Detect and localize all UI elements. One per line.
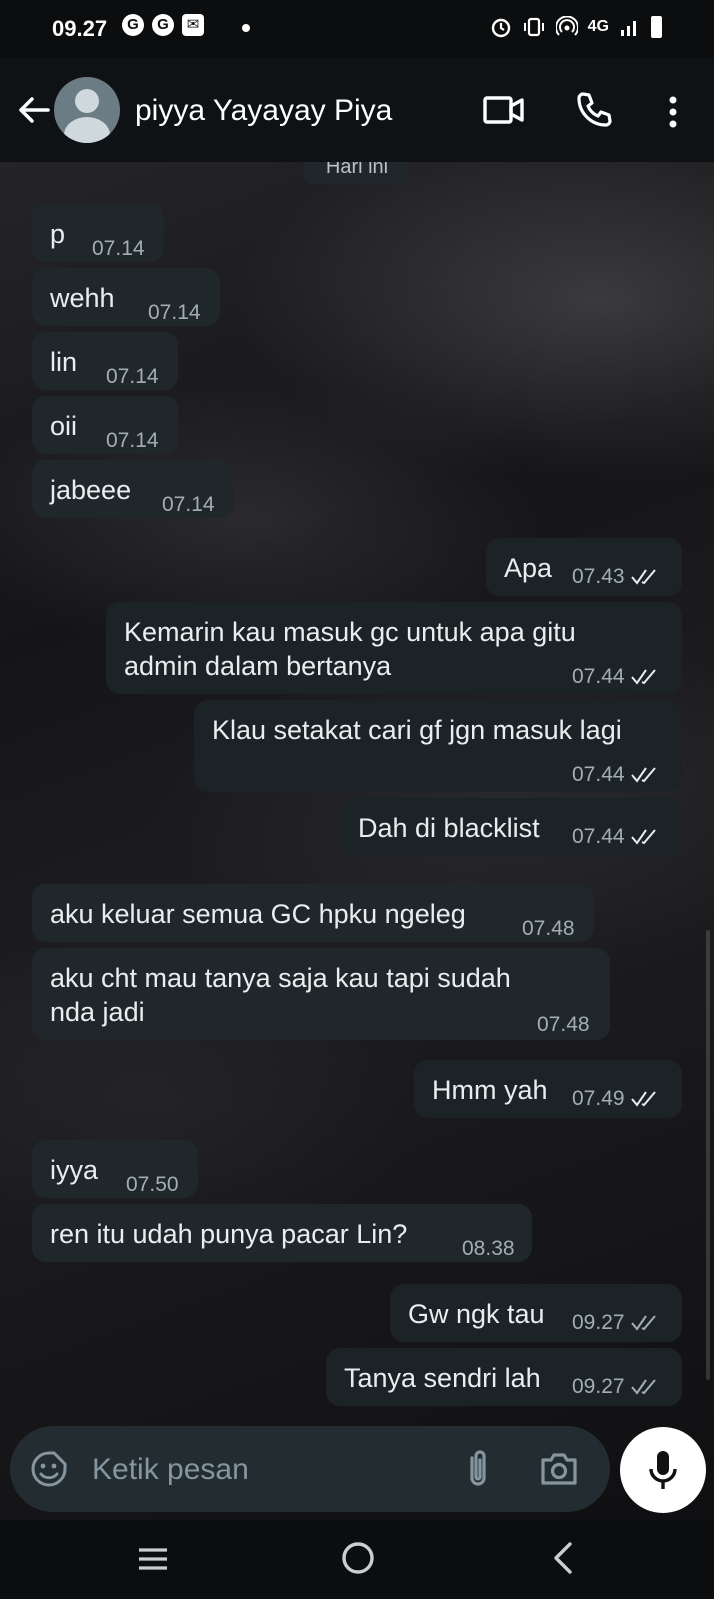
outgoing-message[interactable]: Gw ngk tau 09.27	[390, 1284, 682, 1342]
notification-icons: G G ✉	[122, 14, 204, 36]
scrollbar[interactable]	[706, 930, 710, 1380]
message-text: jabeee	[50, 475, 132, 505]
message-text: Klau setakat cari gf jgn masuk lagi	[212, 715, 622, 745]
message-time: 09.27	[572, 1311, 625, 1334]
status-time: 09.27	[52, 16, 108, 41]
date-separator: Hari ini	[304, 162, 410, 184]
message-text: p	[50, 219, 66, 249]
attach-paperclip-icon[interactable]	[460, 1448, 496, 1490]
message-text: aku keluar semua GC hpku ngeleg	[50, 899, 466, 929]
message-text: Apa	[504, 553, 553, 583]
system-navigation-bar	[0, 1520, 714, 1599]
message-input[interactable]	[90, 1444, 434, 1496]
vibrate-icon	[523, 17, 544, 37]
message-text-line2: admin dalam bertanya	[124, 651, 392, 681]
message-list[interactable]: Hari ini p 07.14 wehh 07.14 lin 07.14 oi…	[0, 162, 714, 1412]
incoming-message[interactable]: ren itu udah punya pacar Lin? 08.38	[32, 1204, 532, 1262]
message-text: Hmm yah	[432, 1075, 548, 1105]
message-time-status: 07.44	[572, 660, 661, 694]
g-notification-icon-2: G	[152, 14, 174, 36]
double-check-read-icon	[630, 569, 656, 586]
battery-icon	[651, 16, 662, 38]
message-time: 07.50	[126, 1173, 179, 1196]
incoming-message[interactable]: oii 07.14	[32, 396, 178, 454]
message-time-status: 07.49	[572, 1082, 661, 1116]
incoming-message[interactable]: aku cht mau tanya saja kau tapi sudah nd…	[32, 948, 610, 1040]
message-time: 07.44	[572, 763, 625, 786]
message-time-status: 09.27	[572, 1370, 661, 1404]
video-call-icon[interactable]	[482, 92, 526, 128]
incoming-message[interactable]: wehh 07.14	[32, 268, 220, 326]
message-time: 07.43	[572, 565, 625, 588]
message-time: 08.38	[462, 1237, 515, 1260]
hotspot-icon	[555, 16, 578, 36]
phone-call-icon[interactable]	[574, 90, 614, 130]
message-time: 07.14	[162, 493, 215, 516]
message-time: 07.14	[148, 301, 201, 324]
message-text: wehh	[50, 283, 115, 313]
message-text: oii	[50, 411, 78, 441]
double-check-read-icon	[630, 767, 656, 784]
double-check-read-icon	[630, 669, 656, 686]
back-arrow-icon[interactable]	[14, 90, 54, 130]
message-time: 07.14	[106, 365, 159, 388]
chat-header: piyya Yayayay Piya	[0, 58, 714, 162]
message-text: iyya	[50, 1155, 99, 1185]
message-text: Gw ngk tau	[408, 1299, 545, 1329]
outgoing-message[interactable]: Hmm yah 07.49	[414, 1060, 682, 1118]
outgoing-message[interactable]: Dah di blacklist 07.44	[340, 798, 682, 856]
alarm-icon	[491, 18, 510, 38]
message-text: ren itu udah punya pacar Lin?	[50, 1219, 408, 1249]
double-check-delivered-icon	[630, 1315, 656, 1332]
message-composer	[10, 1426, 610, 1512]
mail-notification-icon: ✉	[182, 14, 204, 36]
message-text-line2: nda jadi	[50, 997, 145, 1027]
message-text: lin	[50, 347, 78, 377]
home-icon[interactable]	[340, 1540, 376, 1576]
recent-apps-icon[interactable]	[136, 1542, 170, 1576]
signal-icon	[621, 21, 636, 36]
g-notification-icon: G	[122, 14, 144, 36]
double-check-read-icon	[630, 829, 656, 846]
message-time-status: 07.43	[572, 560, 661, 594]
message-time-status: 09.27	[572, 1306, 661, 1340]
camera-icon[interactable]	[538, 1448, 580, 1490]
message-time: 07.14	[106, 429, 159, 452]
voice-record-button[interactable]	[620, 1427, 706, 1513]
outgoing-message[interactable]: Tanya sendri lah 09.27	[326, 1348, 682, 1406]
message-time-status: 07.44	[572, 820, 661, 854]
incoming-message[interactable]: lin 07.14	[32, 332, 178, 390]
more-options-icon[interactable]	[658, 92, 688, 132]
incoming-message[interactable]: aku keluar semua GC hpku ngeleg 07.48	[32, 884, 594, 942]
nav-back-icon[interactable]	[548, 1540, 578, 1576]
more-notifications-dot	[242, 24, 250, 32]
message-time: 07.48	[537, 1013, 590, 1036]
incoming-message[interactable]: p 07.14	[32, 204, 164, 262]
message-text: Tanya sendri lah	[344, 1363, 541, 1393]
microphone-icon	[649, 1451, 677, 1489]
network-type: 4G	[587, 18, 609, 35]
status-bar: 09.27 G G ✉ 4G	[0, 0, 714, 58]
incoming-message[interactable]: iyya 07.50	[32, 1140, 198, 1198]
message-text-line1: aku cht mau tanya saja kau tapi sudah	[50, 963, 511, 993]
sticker-emoji-icon[interactable]	[30, 1450, 68, 1488]
message-time: 07.48	[522, 917, 575, 940]
message-time-status: 07.44	[572, 758, 661, 792]
message-time: 07.14	[92, 237, 145, 260]
message-time: 07.44	[572, 665, 625, 688]
message-text-line1: Kemarin kau masuk gc untuk apa gitu	[124, 617, 576, 647]
outgoing-message[interactable]: Apa 07.43	[486, 538, 682, 596]
message-time: 07.49	[572, 1087, 625, 1110]
message-time: 09.27	[572, 1375, 625, 1398]
double-check-read-icon	[630, 1091, 656, 1108]
system-status-icons: 4G	[490, 16, 662, 38]
outgoing-message[interactable]: Kemarin kau masuk gc untuk apa gitu admi…	[106, 602, 682, 694]
outgoing-message[interactable]: Klau setakat cari gf jgn masuk lagi 07.4…	[194, 700, 682, 792]
double-check-delivered-icon	[630, 1379, 656, 1396]
contact-avatar[interactable]	[54, 77, 120, 143]
message-text: Dah di blacklist	[358, 813, 540, 843]
incoming-message[interactable]: jabeee 07.14	[32, 460, 234, 518]
message-time: 07.44	[572, 825, 625, 848]
contact-name[interactable]: piyya Yayayay Piya	[135, 94, 392, 128]
